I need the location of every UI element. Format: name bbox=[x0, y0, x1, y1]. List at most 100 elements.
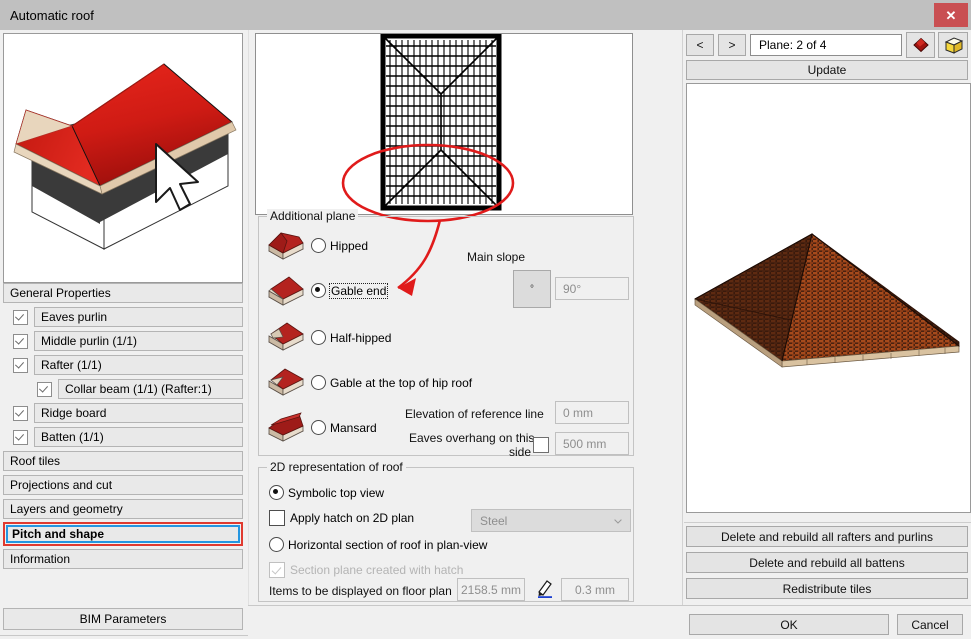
left-panel: General Properties Eaves purlin Middle p… bbox=[0, 30, 248, 639]
radio-symbolic-top-view[interactable] bbox=[269, 485, 284, 500]
tree-row-information: Information bbox=[3, 549, 243, 569]
cancel-button[interactable]: Cancel bbox=[897, 614, 963, 635]
hatch-material-select[interactable]: Steel bbox=[471, 509, 631, 532]
tree-row-layers-and-geometry: Layers and geometry bbox=[3, 499, 243, 519]
tree-item-batten[interactable]: Batten (1/1) bbox=[34, 427, 243, 447]
radio-row-gable-top-hip[interactable]: Gable at the top of hip roof bbox=[311, 375, 472, 390]
middle-panel: Additional plane Hipped bbox=[250, 30, 682, 605]
apply-hatch-checkbox[interactable] bbox=[269, 510, 285, 526]
hip-roof-tiled-illustration bbox=[687, 84, 968, 510]
tree-item-collar-beam[interactable]: Collar beam (1/1) (Rafter:1) bbox=[58, 379, 243, 399]
radio-hipped[interactable] bbox=[311, 238, 326, 253]
items-floor-plan-label: Items to be displayed on floor plan bbox=[269, 584, 452, 598]
radio-row-half-hipped[interactable]: Half-hipped bbox=[311, 330, 391, 345]
radio-label-mansard[interactable]: Mansard bbox=[330, 421, 377, 435]
plan-rectangle bbox=[383, 36, 499, 208]
properties-tree: General Properties Eaves purlin Middle p… bbox=[3, 283, 243, 573]
ok-button[interactable]: OK bbox=[689, 614, 889, 635]
tree-item-information[interactable]: Information bbox=[3, 549, 243, 569]
checkbox-ridge-board[interactable] bbox=[13, 406, 28, 421]
radio-label-gable-end[interactable]: Gable end bbox=[330, 284, 387, 298]
tree-item-pitch-and-shape[interactable]: Pitch and shape bbox=[6, 525, 240, 543]
tree-row-pitch-and-shape-highlight: Pitch and shape bbox=[3, 522, 243, 546]
roof-icon-mansard bbox=[265, 410, 307, 447]
radio-mansard[interactable] bbox=[311, 420, 326, 435]
radio-gable-end[interactable] bbox=[311, 283, 326, 298]
radio-row-symbolic-top-view[interactable]: Symbolic top view bbox=[269, 485, 384, 500]
delete-rebuild-rafters-purlins-button[interactable]: Delete and rebuild all rafters and purli… bbox=[686, 526, 968, 547]
items-floor-plan-input[interactable]: 2158.5 mm bbox=[457, 578, 525, 601]
degree-unit-button[interactable]: ° bbox=[513, 270, 551, 308]
tree-item-roof-tiles[interactable]: Roof tiles bbox=[3, 451, 243, 471]
radio-row-mansard[interactable]: Mansard bbox=[311, 420, 377, 435]
tree-item-projections-and-cut[interactable]: Projections and cut bbox=[3, 475, 243, 495]
radio-label-half-hipped[interactable]: Half-hipped bbox=[330, 331, 391, 345]
radio-label-gable-top-hip[interactable]: Gable at the top of hip roof bbox=[330, 376, 472, 390]
2d-representation-legend: 2D representation of roof bbox=[267, 460, 406, 474]
tree-item-layers-and-geometry[interactable]: Layers and geometry bbox=[3, 499, 243, 519]
roof-3d-preview-gable bbox=[3, 33, 243, 283]
footer-bar: OK Cancel bbox=[248, 605, 971, 639]
checkbox-row-section-plane-hatch: Section plane created with hatch bbox=[269, 562, 463, 578]
roof-plan-top-view bbox=[255, 33, 633, 215]
additional-plane-legend: Additional plane bbox=[267, 209, 358, 223]
radio-label-horizontal-section[interactable]: Horizontal section of roof in plan-view bbox=[288, 538, 487, 552]
main-slope-input[interactable]: 90° bbox=[555, 277, 629, 300]
tree-row-eaves-purlin: Eaves purlin bbox=[3, 307, 243, 327]
checkbox-middle-purlin[interactable] bbox=[13, 334, 28, 349]
tree-row-middle-purlin: Middle purlin (1/1) bbox=[3, 331, 243, 351]
checkbox-row-apply-hatch[interactable]: Apply hatch on 2D plan bbox=[269, 510, 414, 526]
cube-icon-button[interactable] bbox=[938, 32, 968, 58]
radio-horizontal-section[interactable] bbox=[269, 537, 284, 552]
tree-item-general-properties[interactable]: General Properties bbox=[3, 283, 243, 303]
delete-rebuild-battens-button[interactable]: Delete and rebuild all battens bbox=[686, 552, 968, 573]
plane-indicator-field[interactable]: Plane: 2 of 4 bbox=[750, 34, 902, 56]
radio-row-horizontal-section[interactable]: Horizontal section of roof in plan-view bbox=[269, 537, 487, 552]
elevation-of-reference-line-input[interactable]: 0 mm bbox=[555, 401, 629, 424]
tree-item-eaves-purlin[interactable]: Eaves purlin bbox=[34, 307, 243, 327]
eaves-overhang-label-line1: Eaves overhang on this bbox=[409, 431, 534, 445]
roof-icon-half-hipped bbox=[265, 320, 307, 357]
roof-icon-gable-top-hip bbox=[265, 365, 307, 402]
radio-label-symbolic-top-view[interactable]: Symbolic top view bbox=[288, 486, 384, 500]
radio-half-hipped[interactable] bbox=[311, 330, 326, 345]
gable-roof-illustration bbox=[4, 34, 240, 280]
radio-row-hipped[interactable]: Hipped bbox=[311, 238, 368, 253]
apply-hatch-label[interactable]: Apply hatch on 2D plan bbox=[290, 511, 414, 525]
checkbox-batten[interactable] bbox=[13, 430, 28, 445]
2d-representation-group: 2D representation of roof Symbolic top v… bbox=[258, 467, 634, 602]
tree-row-roof-tiles: Roof tiles bbox=[3, 451, 243, 471]
bim-parameters-button[interactable]: BIM Parameters bbox=[3, 608, 243, 630]
tree-row-collar-beam: Collar beam (1/1) (Rafter:1) bbox=[3, 379, 243, 399]
radio-row-gable-end[interactable]: Gable end bbox=[311, 283, 387, 298]
tree-item-middle-purlin[interactable]: Middle purlin (1/1) bbox=[34, 331, 243, 351]
tree-item-rafter[interactable]: Rafter (1/1) bbox=[34, 355, 243, 375]
tree-row-ridge-board: Ridge board bbox=[3, 403, 243, 423]
eaves-overhang-checkbox[interactable] bbox=[533, 437, 549, 453]
eaves-overhang-input[interactable]: 500 mm bbox=[555, 432, 629, 455]
middle-right-divider bbox=[682, 30, 683, 605]
previous-plane-button[interactable]: < bbox=[686, 34, 714, 56]
checkbox-eaves-purlin[interactable] bbox=[13, 310, 28, 325]
pen-width-input[interactable]: 0.3 mm bbox=[561, 578, 629, 601]
tree-item-ridge-board[interactable]: Ridge board bbox=[34, 403, 243, 423]
radio-label-hipped[interactable]: Hipped bbox=[330, 239, 368, 253]
redistribute-tiles-button[interactable]: Redistribute tiles bbox=[686, 578, 968, 599]
left-middle-divider bbox=[248, 30, 249, 605]
update-button[interactable]: Update bbox=[686, 60, 968, 80]
diamond-icon bbox=[911, 35, 931, 55]
right-panel: < > Plane: 2 of 4 Update bbox=[684, 30, 971, 605]
chevron-down-icon bbox=[614, 519, 622, 524]
pencil-icon[interactable] bbox=[535, 578, 555, 598]
tree-row-general-properties: General Properties bbox=[3, 283, 243, 303]
roof-icon-gable-end bbox=[265, 275, 307, 312]
diamond-icon-button[interactable] bbox=[906, 32, 935, 58]
radio-gable-top-hip[interactable] bbox=[311, 375, 326, 390]
main-slope-label: Main slope bbox=[467, 250, 525, 264]
close-button[interactable]: ✕ bbox=[934, 3, 968, 27]
hatch-material-value: Steel bbox=[480, 514, 507, 528]
next-plane-button[interactable]: > bbox=[718, 34, 746, 56]
cube-icon bbox=[943, 35, 964, 56]
checkbox-collar-beam[interactable] bbox=[37, 382, 52, 397]
checkbox-rafter[interactable] bbox=[13, 358, 28, 373]
